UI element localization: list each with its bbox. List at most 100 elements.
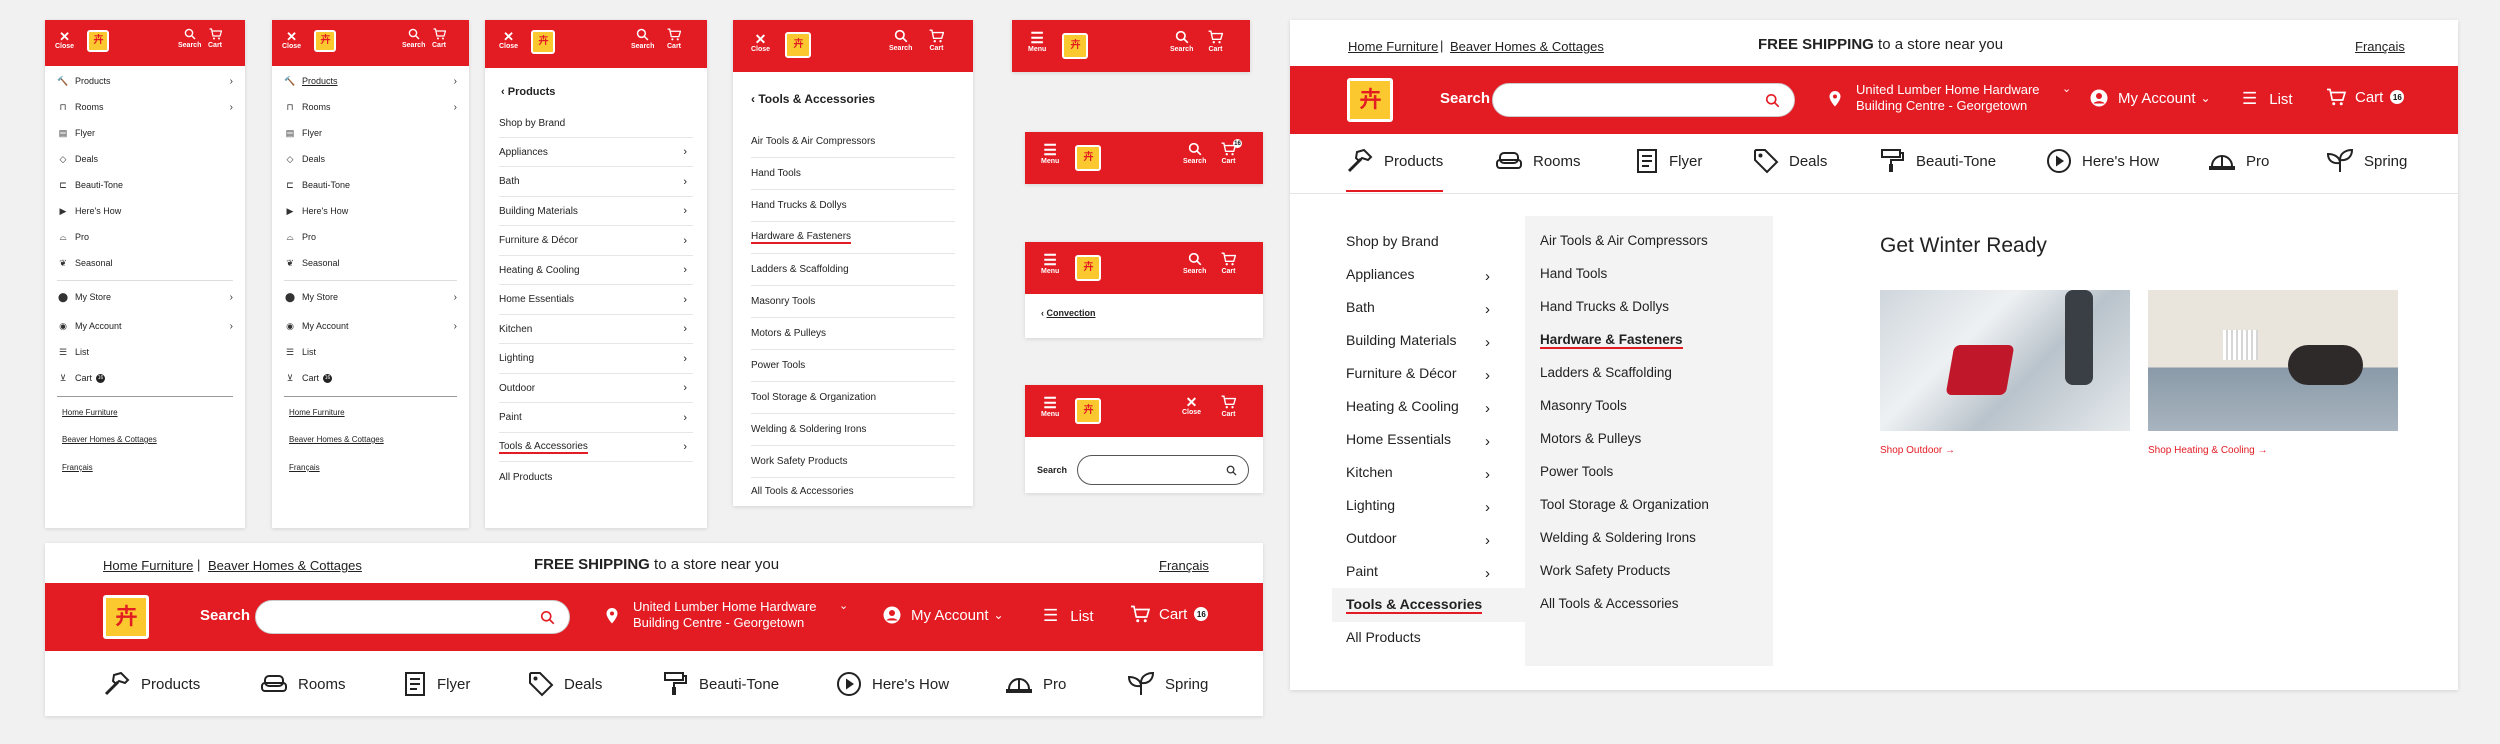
logo[interactable]: 卉 <box>314 30 336 52</box>
category-item[interactable]: Appliances <box>1346 266 1415 282</box>
category-row-active[interactable]: Tools & Accessories › <box>499 433 693 462</box>
subcategory-item[interactable]: Masonry Tools <box>1540 398 1627 413</box>
menu-item-pro[interactable]: ⌓ Pro <box>57 226 245 248</box>
subcategory-item[interactable]: Tool Storage & Organization <box>1540 497 1709 512</box>
subcategory-item-active[interactable]: Hardware & Fasteners <box>1540 332 1683 349</box>
cart-button[interactable]: Cart <box>929 29 944 52</box>
promo-image-outdoor[interactable] <box>1880 290 2130 431</box>
category-item[interactable]: Shop by Brand <box>1346 233 1439 249</box>
category-item[interactable]: Bath <box>1346 299 1375 315</box>
subcategory-item[interactable]: Power Tools <box>1540 464 1613 479</box>
beaver-homes-link[interactable]: Beaver Homes & Cottages <box>1450 39 1604 54</box>
language-link[interactable]: Français <box>1159 558 1209 573</box>
subcategory-item[interactable]: Work Safety Products <box>1540 563 1670 578</box>
logo[interactable]: 卉 <box>1075 398 1101 424</box>
cart-button[interactable]: Cart <box>1221 252 1236 275</box>
menu-item-beauti-tone[interactable]: ⊏ Beauti-Tone <box>284 174 469 196</box>
logo[interactable]: 卉 <box>785 32 811 58</box>
category-item[interactable]: Paint <box>1346 563 1378 579</box>
list-button[interactable]: ☰ List <box>2242 89 2293 109</box>
category-item[interactable]: Furniture & Décor <box>1346 365 1456 381</box>
search-button[interactable]: Search <box>1170 30 1193 53</box>
close-button[interactable]: ✕ Close <box>55 30 74 50</box>
category-row[interactable]: Home Essentials › <box>499 285 693 315</box>
subcategory-row[interactable]: Air Tools & Air Compressors <box>751 126 955 158</box>
back-button[interactable]: ‹ Products <box>501 86 555 98</box>
search-button[interactable]: Search <box>889 29 912 52</box>
subcategory-row[interactable]: Ladders & Scaffolding <box>751 254 955 286</box>
logo[interactable]: 卉 <box>1075 145 1101 171</box>
menu-item-products[interactable]: 🔨 Products › <box>57 70 245 92</box>
subcategory-row[interactable]: Motors & Pulleys <box>751 318 955 350</box>
category-item[interactable]: All Products <box>1346 629 1421 645</box>
category-row[interactable]: Appliances › <box>499 138 693 167</box>
beaver-homes-link[interactable]: Beaver Homes & Cottages <box>289 435 384 444</box>
menu-button[interactable]: ☰ Menu <box>1041 253 1059 275</box>
close-button[interactable]: ✕ Close <box>282 30 301 50</box>
menu-item-deals[interactable]: ◇ Deals <box>284 148 469 170</box>
subcategory-item[interactable]: Hand Trucks & Dollys <box>1540 299 1669 314</box>
subcategory-row[interactable]: Masonry Tools <box>751 286 955 318</box>
menu-item-cart[interactable]: ⊻ Cart 16 <box>57 367 245 389</box>
menu-item-flyer[interactable]: ▤ Flyer <box>284 122 469 144</box>
logo[interactable]: 卉 <box>1062 33 1088 59</box>
nav-deals[interactable]: Deals <box>1753 148 1827 174</box>
subcategory-row[interactable]: Tool Storage & Organization <box>751 382 955 414</box>
account-button[interactable]: My Account ⌄ <box>2090 89 2211 107</box>
logo[interactable]: 卉 <box>87 30 109 52</box>
menu-item-my-store[interactable]: ⬤ My Store › <box>57 286 245 308</box>
subcategory-item[interactable]: Hand Tools <box>1540 266 1607 281</box>
menu-item-my-account[interactable]: ◉ My Account › <box>284 315 469 337</box>
subcategory-row[interactable]: All Tools & Accessories <box>751 478 955 504</box>
menu-button[interactable]: ☰ Menu <box>1041 143 1059 165</box>
language-link[interactable]: Français <box>2355 39 2405 54</box>
search-button[interactable]: Search <box>1183 252 1206 275</box>
nav-heres-how[interactable]: Here's How <box>2046 148 2159 174</box>
subcategory-row[interactable]: Power Tools <box>751 350 955 382</box>
nav-beauti-tone[interactable]: Beauti-Tone <box>663 671 779 697</box>
nav-spring[interactable]: Spring <box>1127 671 1208 697</box>
nav-products-active[interactable]: Products <box>1346 148 1444 192</box>
search-button[interactable]: Search <box>1183 142 1206 165</box>
nav-products[interactable]: Products <box>103 671 200 697</box>
promo-link-outdoor[interactable]: Shop Outdoor → <box>1880 445 1955 456</box>
category-item-active[interactable]: Tools & Accessories <box>1346 596 1483 614</box>
search-button[interactable]: Search <box>178 28 201 49</box>
category-item[interactable]: Building Materials <box>1346 332 1457 348</box>
search-button[interactable]: Search <box>631 28 654 50</box>
menu-item-cart[interactable]: ⊻ Cart 16 <box>284 367 469 389</box>
nav-pro[interactable]: Pro <box>2208 148 2269 174</box>
menu-item-heres-how[interactable]: ▶ Here's How <box>57 200 245 222</box>
nav-deals[interactable]: Deals <box>528 671 602 697</box>
home-furniture-link[interactable]: Home Furniture <box>1348 39 1438 54</box>
nav-rooms[interactable]: Rooms <box>260 671 346 697</box>
cart-button[interactable]: Cart <box>1221 395 1236 418</box>
subcategory-row[interactable]: Welding & Soldering Irons <box>751 414 955 446</box>
list-button[interactable]: ☰ List <box>1043 606 1094 626</box>
category-row[interactable]: Outdoor › <box>499 374 693 403</box>
category-row[interactable]: Shop by Brand <box>499 109 693 138</box>
menu-item-rooms[interactable]: ⊓ Rooms › <box>57 96 245 118</box>
subcategory-row[interactable]: Work Safety Products <box>751 446 955 478</box>
menu-item-list[interactable]: ☰ List <box>57 341 245 363</box>
subcategory-item[interactable]: Air Tools & Air Compressors <box>1540 233 1708 248</box>
cart-button[interactable]: Cart 16 <box>1130 605 1209 623</box>
promo-image-heating[interactable] <box>2148 290 2398 431</box>
subcategory-row[interactable]: Hand Tools <box>751 158 955 190</box>
menu-item-my-store[interactable]: ⬤ My Store › <box>284 286 469 308</box>
cart-button[interactable]: Cart 16 <box>2326 88 2405 106</box>
subcategory-item[interactable]: Welding & Soldering Irons <box>1540 530 1696 545</box>
search-button[interactable]: Search <box>402 28 425 49</box>
subcategory-item[interactable]: All Tools & Accessories <box>1540 596 1679 611</box>
beaver-homes-link[interactable]: Beaver Homes & Cottages <box>208 558 362 573</box>
cart-button[interactable]: Cart <box>1208 30 1223 53</box>
subcategory-row-active[interactable]: Hardware & Fasteners <box>751 222 955 254</box>
home-furniture-link[interactable]: Home Furniture <box>289 408 345 417</box>
menu-item-deals[interactable]: ◇ Deals <box>57 148 245 170</box>
subcategory-item[interactable]: Motors & Pulleys <box>1540 431 1641 446</box>
menu-item-heres-how[interactable]: ▶ Here's How <box>284 200 469 222</box>
nav-flyer[interactable]: Flyer <box>403 671 470 697</box>
category-row[interactable]: Building Materials › <box>499 197 693 226</box>
menu-button[interactable]: ☰ Menu <box>1041 396 1059 418</box>
promo-link-heating[interactable]: Shop Heating & Cooling → <box>2148 445 2268 456</box>
